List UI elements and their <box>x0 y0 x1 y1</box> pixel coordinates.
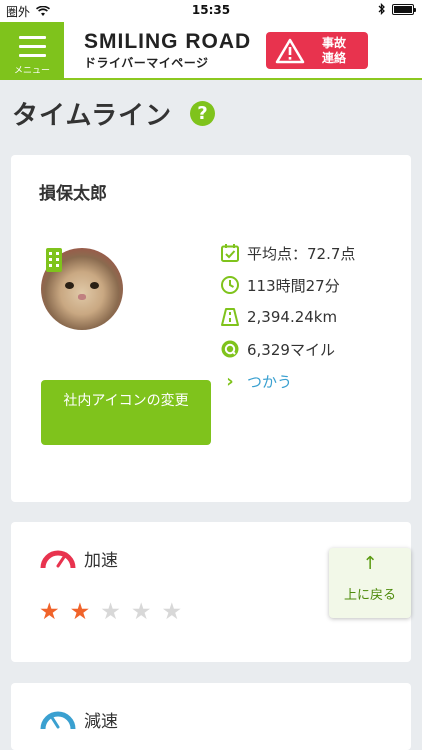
app-header: メニュー SMILING ROAD ドライバーマイページ 事故 連絡 <box>0 22 422 80</box>
menu-button[interactable]: メニュー <box>0 22 64 80</box>
menu-label: メニュー <box>13 66 50 76</box>
back-to-top-label: 上に戻る <box>343 588 396 603</box>
star-empty-icon: ★ <box>161 599 183 625</box>
status-right <box>378 3 416 15</box>
stat-drive-time: 113時間27分 <box>219 269 355 301</box>
star-filled-icon: ★ <box>39 599 60 625</box>
use-miles-link[interactable]: › つかう <box>219 365 355 397</box>
chevron-right-icon: › <box>226 370 234 392</box>
logo-sub-text: ドライバーマイページ <box>84 56 209 70</box>
company-badge-icon <box>46 248 62 272</box>
avg-score-text: 平均点：72.7点 <box>247 244 356 263</box>
stat-miles: 6,329マイル <box>219 333 355 365</box>
driving-stats: 平均点：72.7点 113時間27分 2,394.24km 6,329マイル ›… <box>219 237 355 397</box>
logo-main-text: SMILING ROAD <box>84 30 252 53</box>
help-icon[interactable]: ? <box>190 101 215 126</box>
deceleration-card: 減速 <box>11 683 411 750</box>
star-empty-icon: ★ <box>130 599 152 625</box>
deceleration-title: 減速 <box>84 712 118 732</box>
clock-icon <box>219 274 241 296</box>
drive-time-text: 113時間27分 <box>247 276 340 295</box>
acceleration-rating: ★ ★ ★ ★ ★ <box>39 600 182 624</box>
stat-distance: 2,394.24km <box>219 301 355 333</box>
status-bar: 圏外 15:35 <box>0 0 422 22</box>
speedometer-icon <box>40 550 76 569</box>
accident-report-button[interactable]: 事故 連絡 <box>266 32 368 69</box>
hamburger-icon <box>19 36 46 63</box>
page-title: タイムライン <box>12 101 173 131</box>
avatar <box>41 248 123 330</box>
speedometer-icon <box>40 711 76 730</box>
road-icon <box>219 306 241 328</box>
user-name: 損保太郎 <box>39 184 107 204</box>
distance-text: 2,394.24km <box>247 308 338 326</box>
use-miles-label: つかう <box>247 372 293 391</box>
status-time: 15:35 <box>191 3 231 17</box>
accident-label: 事故 連絡 <box>322 36 347 65</box>
star-filled-icon: ★ <box>69 599 91 625</box>
back-to-top-button[interactable]: ↑ 上に戻る <box>329 548 411 618</box>
bluetooth-icon <box>378 3 385 15</box>
calendar-check-icon <box>219 242 241 264</box>
mile-coin-icon <box>219 338 241 360</box>
stat-avg-score: 平均点：72.7点 <box>219 237 355 269</box>
change-icon-button[interactable]: 社内アイコンの変更 <box>41 380 211 445</box>
arrow-up-icon: ↑ <box>362 553 378 574</box>
acceleration-title: 加速 <box>84 551 118 571</box>
miles-text: 6,329マイル <box>247 340 335 359</box>
smiling-road-logo: SMILING ROAD ドライバーマイページ <box>84 31 251 71</box>
battery-icon <box>392 3 416 15</box>
star-empty-icon: ★ <box>100 599 121 625</box>
warning-icon <box>275 38 305 64</box>
profile-card: 損保太郎 平均点：72.7点 113時間27分 2,394.24km 6,329… <box>11 155 411 502</box>
